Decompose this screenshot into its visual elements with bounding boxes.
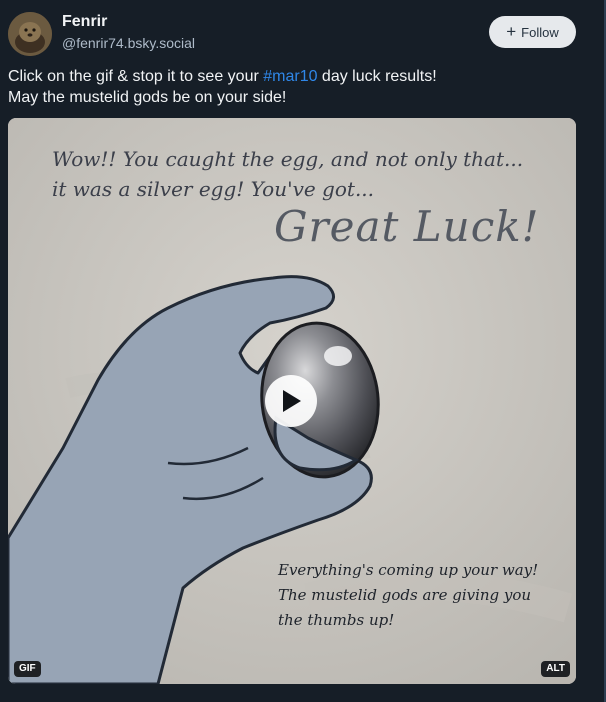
gif-badge: GIF [14,661,41,677]
gif-caption-line1: Wow!! You caught the egg, and not only t… [52,147,524,171]
gif-caption-top: Wow!! You caught the egg, and not only t… [52,144,523,204]
play-button[interactable] [265,375,317,427]
avatar[interactable] [8,12,52,56]
avatar-image [8,12,52,56]
author-handle[interactable]: @fenrir74.bsky.social [62,35,195,51]
follow-label: Follow [521,24,559,40]
gif-caption-bottom-line2: The mustelid gods are giving you [278,586,532,604]
post-text: Click on the gif & stop it to see your #… [8,66,568,108]
post-text-line2: May the mustelid gods be on your side! [8,89,287,106]
gif-media[interactable]: Wow!! You caught the egg, and not only t… [8,118,576,684]
gif-headline: Great Luck! [274,202,540,251]
plus-icon: + [506,21,517,41]
hashtag-link[interactable]: #mar10 [263,68,317,85]
alt-text-button[interactable]: ALT [541,661,570,677]
post-text-end: day luck results! [317,68,437,85]
post-text-start: Click on the gif & stop it to see your [8,68,264,85]
gif-caption-bottom-line3: the thumbs up! [278,611,395,629]
gif-caption-bottom: Everything's coming up your way! The mus… [278,558,538,633]
gif-caption-bottom-line1: Everything's coming up your way! [278,561,539,579]
follow-button[interactable]: + Follow [489,16,576,48]
author-name[interactable]: Fenrir [62,13,107,31]
play-icon [283,390,301,412]
gif-caption-line2: it was a silver egg! You've got... [52,177,375,201]
